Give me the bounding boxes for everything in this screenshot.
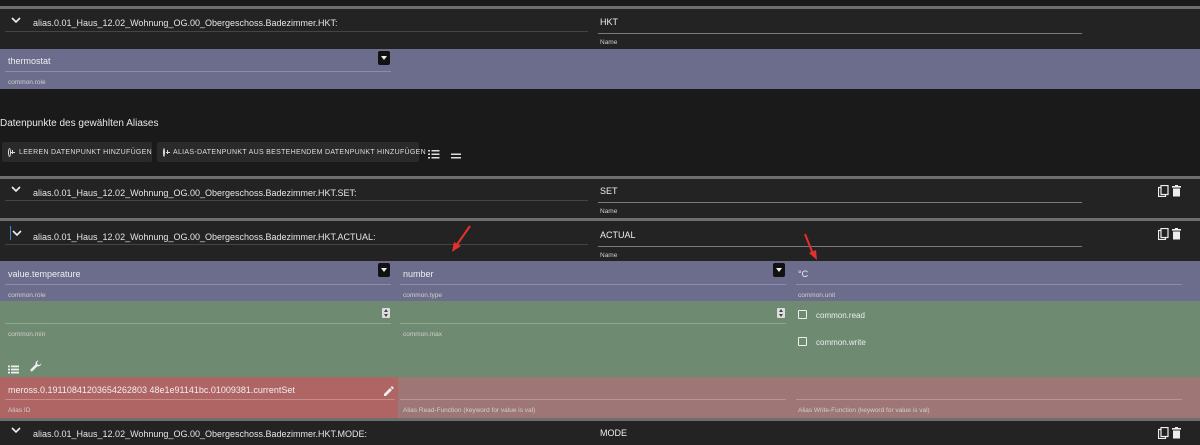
type-select[interactable]: number <box>403 269 434 279</box>
delete-icon[interactable] <box>1172 426 1181 444</box>
name-underline <box>598 33 1082 34</box>
compact-view-icon[interactable] <box>450 147 462 165</box>
id-underline <box>5 244 588 245</box>
role-dropdown-button[interactable] <box>378 263 390 277</box>
add-existing-datapoint-label: ALIAS-DATENPUNKT AUS BESTEHENDEM DATENPU… <box>173 148 426 156</box>
role-row <box>0 49 1200 89</box>
delete-icon[interactable] <box>1172 227 1181 245</box>
max-spinner[interactable] <box>777 308 785 318</box>
min-input[interactable] <box>5 323 391 324</box>
datapoint-id: alias.0.01_Haus_12.02_Wohnung_OG.00_Ober… <box>33 188 357 198</box>
name-underline <box>598 246 1082 247</box>
list-view-icon[interactable] <box>428 146 440 164</box>
role-label: common.role <box>8 79 46 86</box>
write-function-label: Alias Write-Function (keyword for value … <box>798 407 930 414</box>
copy-icon[interactable] <box>1157 184 1169 202</box>
common-row <box>0 301 1200 377</box>
write-checkbox[interactable] <box>798 337 807 346</box>
add-empty-datapoint-label: LEEREN DATENPUNKT HINZUFÜGEN <box>19 148 152 156</box>
alias-name-input[interactable]: HKT <box>600 17 618 27</box>
unit-underline <box>796 284 1182 285</box>
datapoint-name-input[interactable]: SET <box>600 186 618 196</box>
max-input[interactable] <box>400 323 786 324</box>
chevron-down-icon[interactable] <box>10 17 22 27</box>
role-select[interactable]: thermostat <box>8 56 51 66</box>
name-label: Name <box>600 208 618 215</box>
max-label: common.max <box>403 331 443 338</box>
read-checkbox[interactable] <box>798 310 807 319</box>
datapoint-id: alias.0.01_Haus_12.02_Wohnung_OG.00_Ober… <box>33 232 376 242</box>
add-link-icon <box>163 147 170 157</box>
datapoint-name-input[interactable]: ACTUAL <box>600 230 636 240</box>
type-row <box>0 261 1200 301</box>
datapoint-name-input[interactable]: MODE <box>600 428 627 438</box>
copy-icon[interactable] <box>1157 426 1169 444</box>
read-function-input[interactable] <box>400 399 786 400</box>
name-label: Name <box>600 39 618 46</box>
add-empty-datapoint-button[interactable]: LEEREN DATENPUNKT HINZUFÜGEN <box>2 142 152 162</box>
chevron-down-icon[interactable] <box>11 230 23 240</box>
wrench-icon[interactable] <box>30 359 42 377</box>
read-function-label: Alias Read-Function (keyword for value i… <box>403 407 536 414</box>
type-underline <box>400 284 786 285</box>
alias-id-input[interactable]: meross.0.19110841203654262803 48e1e91141… <box>8 385 295 395</box>
annotation-arrow <box>452 225 471 252</box>
role-select[interactable]: value.temperature <box>8 269 81 279</box>
unit-label: common.unit <box>798 292 836 299</box>
name-label: Name <box>600 252 618 259</box>
unit-input[interactable]: °C <box>798 269 808 279</box>
delete-icon[interactable] <box>1172 184 1181 202</box>
alias-id-label: Alias ID <box>8 407 31 414</box>
copy-icon[interactable] <box>1157 227 1169 245</box>
type-dropdown-button[interactable] <box>773 263 785 277</box>
datapoint-id: alias.0.01_Haus_12.02_Wohnung_OG.00_Ober… <box>33 429 368 439</box>
role-label: common.role <box>8 292 46 299</box>
role-underline <box>5 71 391 72</box>
id-underline <box>5 31 588 32</box>
write-function-input[interactable] <box>796 399 1182 400</box>
min-label: common.min <box>8 331 46 338</box>
read-label: common.read <box>816 311 865 320</box>
min-spinner[interactable] <box>382 308 390 318</box>
annotation-arrow <box>804 233 817 260</box>
add-circle-icon <box>8 147 15 157</box>
add-existing-datapoint-button[interactable]: ALIAS-DATENPUNKT AUS BESTEHENDEM DATENPU… <box>157 142 426 162</box>
chevron-down-icon[interactable] <box>10 427 22 437</box>
name-underline <box>598 202 1082 203</box>
chevron-down-icon[interactable] <box>10 186 22 196</box>
write-label: common.write <box>816 338 866 347</box>
section-title: Datenpunkte des gewählten Aliases <box>0 118 159 129</box>
type-label: common.type <box>403 292 443 299</box>
alias-id-underline <box>5 399 395 400</box>
role-dropdown-button[interactable] <box>378 51 390 65</box>
id-underline <box>5 200 588 201</box>
alias-id-row <box>0 377 398 418</box>
role-underline <box>5 284 391 285</box>
alias-id: alias.0.01_Haus_12.02_Wohnung_OG.00_Ober… <box>33 18 338 28</box>
